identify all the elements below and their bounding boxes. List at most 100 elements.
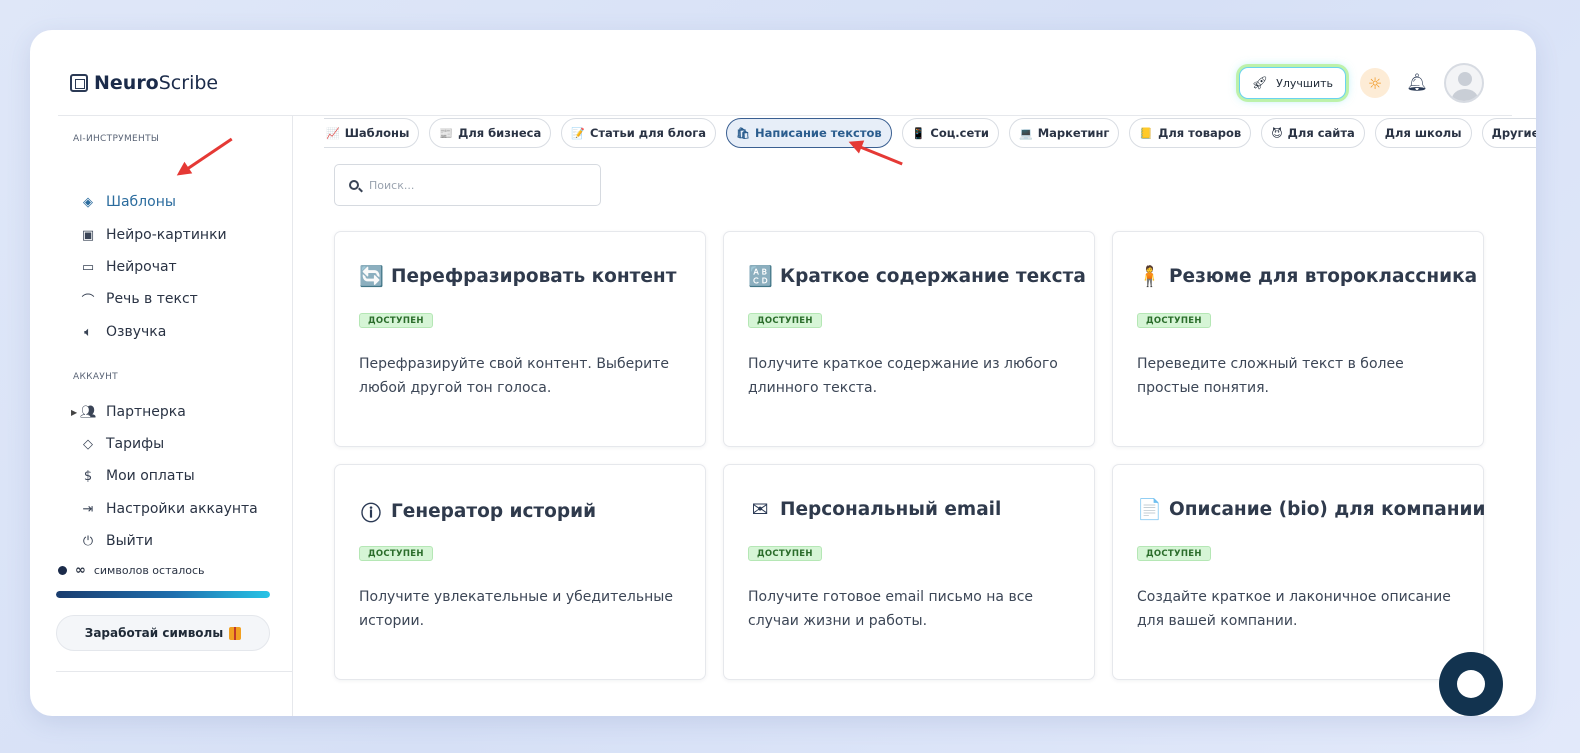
status-badge: ДОСТУПЕН bbox=[748, 313, 822, 328]
sidebar-item-label: Шаблоны bbox=[106, 194, 176, 210]
card-icon: 📄 bbox=[1137, 497, 1162, 521]
status-badge: ДОСТУПЕН bbox=[1137, 546, 1211, 561]
card-title-text: Резюме для второклассника bbox=[1169, 265, 1478, 287]
symbols-progress-bar bbox=[56, 591, 270, 598]
category-emoji-icon: 💻 bbox=[1018, 126, 1033, 140]
card-icon: ✉ bbox=[751, 497, 769, 521]
search-input[interactable] bbox=[369, 178, 569, 192]
category-chip[interactable]: Для школы bbox=[1374, 118, 1472, 148]
category-chip-label: Для бизнеса bbox=[458, 126, 542, 140]
sidebar-item-label: Нейрочат bbox=[106, 259, 177, 275]
gift-icon bbox=[229, 626, 242, 640]
template-card[interactable]: 🧍 Резюме для второклассника ДОСТУПЕН Переве… bbox=[1112, 231, 1484, 447]
category-emoji-icon: 📰 bbox=[439, 126, 454, 140]
card-description: Получите краткое содержание из любого дл… bbox=[748, 356, 1058, 396]
speaker-icon: 🔈︎ bbox=[84, 324, 92, 340]
card-icon: 🔄 bbox=[359, 264, 384, 288]
card-title-text: Описание (bio) для компании bbox=[1169, 498, 1486, 520]
category-chip-label: Маркетинг bbox=[1037, 126, 1110, 140]
status-badge: ДОСТУПЕН bbox=[359, 546, 433, 561]
category-chip[interactable]: 📝 Статьи для блога bbox=[561, 118, 717, 148]
category-chip[interactable]: 📰 Для бизнеса bbox=[429, 118, 552, 148]
rocket-icon: 🚀︎ bbox=[1251, 75, 1269, 91]
category-chip[interactable]: 📈 Шаблоны bbox=[324, 118, 420, 148]
sidebar-item-account-settings[interactable]: ⇥ Настройки аккаунта bbox=[80, 498, 258, 520]
earn-symbols-button[interactable]: Заработай символы bbox=[56, 615, 270, 651]
bell-icon[interactable]: 🔔︎ bbox=[1404, 73, 1430, 93]
card-description: Перефразируйте свой контент. Выберите лю… bbox=[359, 356, 669, 396]
sidebar-item-speech-to-text[interactable]: ⌒ Речь в текст bbox=[80, 288, 197, 310]
template-card[interactable]: ⓘ Генератор историй ДОСТУПЕН Получите увлек… bbox=[334, 464, 706, 680]
sidebar-item-voiceover[interactable]: 🔈︎ Озвучка bbox=[80, 321, 166, 343]
category-emoji-icon: 📝 bbox=[571, 126, 585, 140]
upgrade-button[interactable]: 🚀︎ Улучшить bbox=[1238, 67, 1346, 99]
category-chip[interactable]: 💻 Маркетинг bbox=[1008, 118, 1120, 148]
category-chip[interactable]: 😈 Для сайта bbox=[1261, 118, 1365, 148]
category-chip-label: Для сайта bbox=[1287, 126, 1355, 140]
sidebar-item-payments[interactable]: $ Мои оплаты bbox=[80, 465, 195, 487]
category-chip-label: Соц.сети bbox=[930, 126, 989, 140]
chat-widget-button[interactable] bbox=[1439, 652, 1503, 716]
sidebar-item-templates[interactable]: ◈ Шаблоны bbox=[80, 191, 176, 213]
headphones-icon: ⌒ bbox=[81, 293, 95, 309]
card-title-text: Персональный email bbox=[780, 498, 1002, 520]
caret-right-icon[interactable]: ▶ bbox=[71, 408, 77, 417]
category-chip-label: Другие bbox=[1491, 126, 1536, 140]
category-chip[interactable]: 🛍 Написание текстов bbox=[726, 118, 892, 148]
users-icon: 👥︎ bbox=[80, 404, 97, 420]
sidebar-item-label: Мои оплаты bbox=[106, 468, 195, 484]
card-title: ⓘ Генератор историй bbox=[359, 497, 596, 526]
card-title: 🔠 Краткое содержание текста bbox=[748, 264, 1086, 288]
logo-icon bbox=[70, 74, 88, 92]
category-chip[interactable]: Другие bbox=[1481, 118, 1536, 148]
category-chip[interactable]: 📱 Соц.сети bbox=[901, 118, 999, 148]
category-chip-label: Для товаров bbox=[1158, 126, 1242, 140]
template-card[interactable]: 🔄 Перефразировать контент ДОСТУПЕН Перефраз… bbox=[334, 231, 706, 447]
sidebar-item-label: Партнерка bbox=[106, 404, 186, 420]
sidebar-item-neuro-images[interactable]: ▣ Нейро-картинки bbox=[80, 224, 227, 246]
card-description: Создайте краткое и лаконичное описание д… bbox=[1137, 589, 1451, 629]
symbols-label: символов осталось bbox=[93, 564, 205, 577]
card-title: 🔄 Перефразировать контент bbox=[359, 264, 676, 288]
card-title: 🧍 Резюме для второклассника bbox=[1137, 264, 1477, 288]
card-description: Получите готовое email письмо на все слу… bbox=[748, 589, 1034, 629]
header-actions: 🚀︎ Улучшить ☼ 🔔︎ bbox=[1238, 63, 1484, 103]
template-card[interactable]: 📄 Описание (bio) для компании ДОСТУПЕН Созд… bbox=[1112, 464, 1485, 680]
category-emoji-icon: 😈 bbox=[1271, 126, 1283, 140]
power-icon: ⏻ bbox=[82, 533, 94, 549]
category-chip-label: Шаблоны bbox=[344, 126, 410, 140]
sidebar-divider bbox=[56, 671, 292, 672]
dollar-icon: $ bbox=[83, 468, 93, 484]
sidebar-item-partner[interactable]: 👥︎ Партнерка bbox=[80, 401, 186, 423]
upgrade-label: Улучшить bbox=[1276, 76, 1333, 90]
card-icon: ⓘ bbox=[361, 501, 381, 525]
card-title-text: Краткое содержание текста bbox=[780, 265, 1086, 287]
section-title-tools: AI-ИНСТРУМЕНТЫ bbox=[73, 134, 160, 144]
sidebar-item-label: Озвучка bbox=[106, 324, 167, 340]
status-badge: ДОСТУПЕН bbox=[748, 546, 822, 561]
avatar[interactable] bbox=[1444, 63, 1484, 103]
template-card[interactable]: ✉ Персональный email ДОСТУПЕН Получите гото… bbox=[723, 464, 1095, 680]
sidebar-item-tariffs[interactable]: ◇ Тарифы bbox=[80, 433, 164, 455]
section-title-account: АККАУНТ bbox=[73, 372, 118, 382]
category-chips: 📈 Шаблоны 📰 Для бизнеса 📝 Статьи для блога 🛍 На… bbox=[324, 118, 1536, 148]
sun-icon[interactable]: ☼ bbox=[1360, 68, 1390, 98]
logo[interactable]: NeuroScribe bbox=[70, 70, 218, 96]
symbols-infinity: ∞ bbox=[75, 563, 86, 578]
card-title-text: Генератор историй bbox=[391, 501, 597, 522]
earn-symbols-label: Заработай символы bbox=[84, 626, 224, 640]
sidebar-item-logout[interactable]: ⏻ Выйти bbox=[80, 530, 153, 552]
image-icon: ▣ bbox=[81, 227, 95, 243]
logo-rest: Scribe bbox=[158, 72, 219, 94]
search-box[interactable] bbox=[334, 164, 601, 206]
card-description: Получите увлекательные и убедительные ис… bbox=[359, 589, 673, 629]
layers-icon: ◈ bbox=[83, 194, 93, 210]
search-icon bbox=[349, 180, 359, 190]
category-emoji-icon: 📱 bbox=[911, 126, 926, 140]
category-chip-label: Статьи для блога bbox=[589, 126, 707, 140]
sidebar-item-neurochat[interactable]: ▭ Нейрочат bbox=[80, 256, 177, 278]
app-window: NeuroScribe 🚀︎ Улучшить ☼ 🔔︎ AI-ИНСТРУМЕ… bbox=[30, 30, 1536, 716]
card-title: 📄 Описание (bio) для компании bbox=[1137, 497, 1485, 521]
template-card[interactable]: 🔠 Краткое содержание текста ДОСТУПЕН Получи… bbox=[723, 231, 1095, 447]
category-chip[interactable]: 📒 Для товаров bbox=[1129, 118, 1252, 148]
